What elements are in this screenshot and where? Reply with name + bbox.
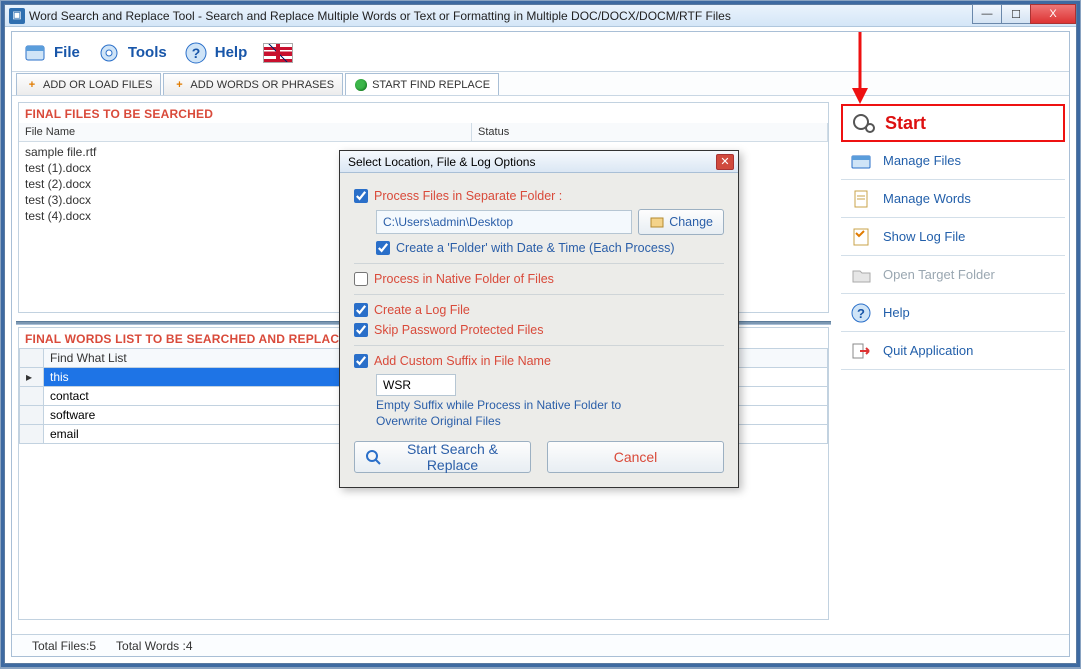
menu-help[interactable]: ? Help (183, 40, 248, 66)
opt-skip-password[interactable]: Skip Password Protected Files (354, 323, 724, 337)
path-row: Change (376, 209, 724, 235)
gears-icon (851, 111, 875, 135)
document-icon (849, 187, 873, 211)
checkbox-skip-password[interactable] (354, 323, 368, 337)
row-pointer-icon: ▸ (20, 368, 44, 387)
opt-native-folder[interactable]: Process in Native Folder of Files (354, 272, 724, 286)
check-icon (354, 78, 368, 92)
menu-file[interactable]: File (22, 40, 80, 66)
menu-tools[interactable]: Tools (96, 40, 167, 66)
window-button-group: — ☐ X (973, 4, 1076, 24)
folder-icon (649, 214, 665, 230)
cancel-button[interactable]: Cancel (547, 441, 724, 473)
menu-bar: File Tools ? Help (12, 32, 1069, 72)
log-icon (849, 225, 873, 249)
sidebar-start[interactable]: Start (841, 104, 1065, 142)
flag-icon[interactable] (263, 43, 293, 63)
change-button[interactable]: Change (638, 209, 724, 235)
minimize-button[interactable]: — (972, 4, 1002, 24)
exit-icon (849, 339, 873, 363)
svg-text:?: ? (191, 45, 200, 61)
status-total-files: Total Files:5 (32, 639, 96, 653)
checkbox-separate-folder[interactable] (354, 189, 368, 203)
options-dialog: Select Location, File & Log Options ✕ Pr… (339, 150, 739, 488)
plus-icon: + (25, 78, 39, 92)
dialog-actions: Start Search & Replace Cancel (354, 441, 724, 473)
sidebar-quit[interactable]: Quit Application (841, 332, 1065, 370)
gear-icon (96, 40, 122, 66)
opt-date-folder[interactable]: Create a 'Folder' with Date & Time (Each… (376, 241, 724, 255)
suffix-row (354, 374, 724, 396)
dialog-close-button[interactable]: ✕ (716, 154, 734, 170)
suffix-hint: Empty Suffix while Process in Native Fol… (376, 398, 724, 429)
window-title: Word Search and Replace Tool - Search an… (29, 9, 731, 23)
tab-add-files[interactable]: +ADD OR LOAD FILES (16, 73, 161, 95)
checkbox-custom-suffix[interactable] (354, 354, 368, 368)
help-icon: ? (183, 40, 209, 66)
folder-open-icon (849, 263, 873, 287)
separator (354, 294, 724, 295)
files-panel-title: FINAL FILES TO BE SEARCHED (19, 103, 828, 123)
file-icon (22, 40, 48, 66)
close-button[interactable]: X (1030, 4, 1076, 24)
app-icon: ▣ (9, 8, 25, 24)
search-icon (365, 449, 381, 465)
sidebar-manage-files[interactable]: Manage Files (841, 142, 1065, 180)
dialog-body: Process Files in Separate Folder : Chang… (340, 173, 738, 487)
sidebar-manage-words[interactable]: Manage Words (841, 180, 1065, 218)
separator (354, 345, 724, 346)
opt-log-file[interactable]: Create a Log File (354, 303, 724, 317)
checkbox-native-folder[interactable] (354, 272, 368, 286)
dialog-title: Select Location, File & Log Options (348, 155, 535, 169)
plus-icon: + (172, 78, 186, 92)
folder-icon (849, 149, 873, 173)
opt-custom-suffix[interactable]: Add Custom Suffix in File Name (354, 354, 724, 368)
sidebar-show-log[interactable]: Show Log File (841, 218, 1065, 256)
svg-text:?: ? (857, 306, 865, 321)
sidebar-open-target[interactable]: Open Target Folder (841, 256, 1065, 294)
separator (354, 263, 724, 264)
help-circle-icon: ? (849, 301, 873, 325)
status-total-words: Total Words :4 (116, 639, 192, 653)
tab-add-words[interactable]: +ADD WORDS OR PHRASES (163, 73, 343, 95)
opt-separate-folder[interactable]: Process Files in Separate Folder : (354, 189, 724, 203)
title-bar: ▣ Word Search and Replace Tool - Search … (5, 5, 1076, 27)
tab-bar: +ADD OR LOAD FILES +ADD WORDS OR PHRASES… (12, 72, 1069, 96)
maximize-button[interactable]: ☐ (1001, 4, 1031, 24)
checkbox-date-folder[interactable] (376, 241, 390, 255)
sidebar: Start Manage Files Manage Words Show Log… (837, 98, 1069, 630)
tab-start[interactable]: START FIND REPLACE (345, 73, 499, 95)
start-search-replace-button[interactable]: Start Search & Replace (354, 441, 531, 473)
suffix-input[interactable] (376, 374, 456, 396)
status-bar: Total Files:5 Total Words :4 (12, 634, 1069, 656)
path-input[interactable] (376, 210, 632, 234)
dialog-title-bar[interactable]: Select Location, File & Log Options ✕ (340, 151, 738, 173)
col-filename[interactable]: File Name (19, 123, 472, 141)
files-table-header: File Name Status (19, 123, 828, 142)
row-header-blank (20, 349, 44, 368)
checkbox-log-file[interactable] (354, 303, 368, 317)
sidebar-help[interactable]: ? Help (841, 294, 1065, 332)
col-status[interactable]: Status (472, 123, 828, 141)
